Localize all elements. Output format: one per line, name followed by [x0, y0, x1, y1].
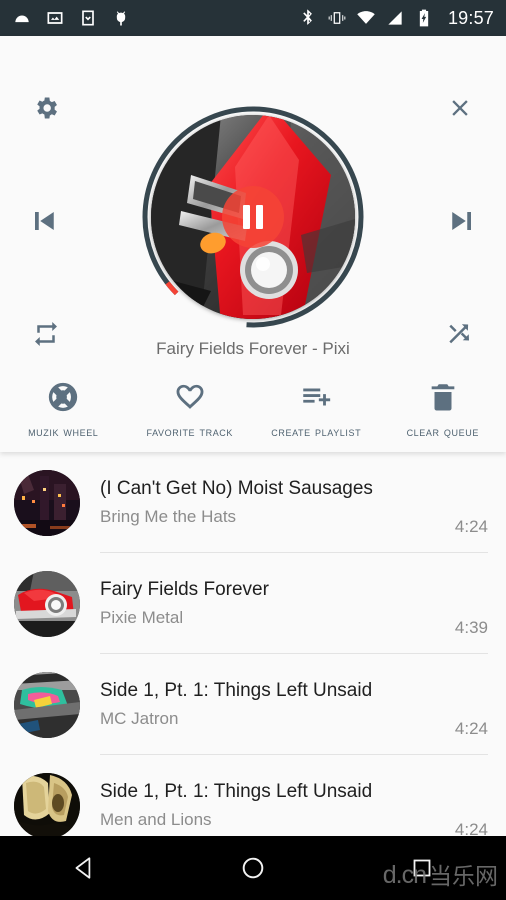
- pause-icon: [243, 205, 250, 229]
- settings-button[interactable]: [24, 86, 68, 130]
- sepia-stone-artwork: [14, 772, 80, 836]
- bug-icon: [111, 8, 131, 28]
- list-item[interactable]: (I Can't Get No) Moist Sausages Bring Me…: [0, 452, 506, 553]
- trash-icon: [431, 384, 455, 411]
- create-playlist-button[interactable]: Create Playlist: [253, 380, 380, 441]
- battery-charging-icon: [414, 8, 434, 28]
- quick-actions-row: Muzik Wheel Favorite Track Create Playli…: [0, 380, 506, 441]
- list-item[interactable]: Side 1, Pt. 1: Things Left Unsaid Men an…: [0, 755, 506, 836]
- bluetooth-icon: [298, 8, 318, 28]
- track-artist: MC Jatron: [100, 709, 179, 728]
- player-panel: Fairy Fields Forever - Pixi Muzik Wheel …: [0, 36, 506, 452]
- list-item[interactable]: Fairy Fields Forever Pixie Metal 4:39: [0, 553, 506, 654]
- track-artist: Men and Lions: [100, 810, 212, 829]
- skip-next-icon: [452, 212, 471, 230]
- status-bar-left-icons: [12, 8, 131, 28]
- clear-queue-label: Clear Queue: [406, 424, 479, 439]
- android-navigation-bar: d.cn 当乐网: [0, 836, 506, 900]
- track-meta: Side 1, Pt. 1: Things Left Unsaid MC Jat…: [100, 680, 443, 729]
- track-artwork: [14, 772, 80, 836]
- favorite-track-button[interactable]: Favorite Track: [127, 380, 254, 441]
- track-title: Side 1, Pt. 1: Things Left Unsaid: [100, 680, 373, 701]
- track-duration: 4:39: [454, 618, 488, 637]
- track-artist: Bring Me the Hats: [100, 507, 237, 526]
- pause-icon-bar-2: [256, 205, 263, 229]
- track-duration: 4:24: [454, 820, 488, 836]
- track-meta: Fairy Fields Forever Pixie Metal: [100, 579, 443, 628]
- nav-home-button[interactable]: [169, 836, 338, 900]
- playlist-add-icon: [303, 388, 331, 406]
- music-player-screen: 19:57 Fairy Fields Forever - Pixi muzik …: [0, 0, 506, 900]
- track-artwork: [14, 570, 80, 637]
- cell-signal-icon: [385, 8, 405, 28]
- status-bar: 19:57: [0, 0, 506, 36]
- next-track-button[interactable]: [436, 196, 488, 246]
- nav-back-button[interactable]: [0, 836, 169, 900]
- clear-queue-button[interactable]: Clear Queue: [380, 380, 506, 441]
- track-title: (I Can't Get No) Moist Sausages: [100, 478, 373, 499]
- track-title: Fairy Fields Forever: [100, 579, 269, 600]
- track-artwork: [14, 671, 80, 738]
- status-bar-right-icons: 19:57: [298, 8, 494, 29]
- track-duration: 4:24: [454, 719, 488, 738]
- muzik-wheel-label: Muzik Wheel: [28, 424, 99, 439]
- album-art-container: [138, 102, 368, 332]
- vibrate-icon: [327, 8, 347, 28]
- queue-list[interactable]: (I Can't Get No) Moist Sausages Bring Me…: [0, 452, 506, 836]
- status-bar-clock: 19:57: [447, 7, 494, 28]
- previous-track-button[interactable]: [18, 196, 70, 246]
- track-artwork: [14, 469, 80, 536]
- track-title: Side 1, Pt. 1: Things Left Unsaid: [100, 781, 373, 802]
- muzik-wheel-button[interactable]: Muzik Wheel: [0, 380, 127, 441]
- image-icon: [45, 8, 65, 28]
- graffiti-wall-artwork: [14, 671, 80, 738]
- recents-square-icon: [413, 859, 431, 877]
- create-playlist-label: Create Playlist: [271, 424, 362, 439]
- heart-icon: [176, 384, 204, 409]
- close-button[interactable]: [438, 86, 482, 130]
- night-city-artwork: [14, 469, 80, 536]
- back-triangle-icon: [75, 857, 91, 879]
- play-pause-button[interactable]: [222, 186, 284, 248]
- close-icon: [452, 100, 468, 116]
- muzik-wheel-icon: [49, 382, 78, 412]
- track-duration: 4:24: [454, 517, 488, 536]
- track-artist: Pixie Metal: [100, 608, 184, 627]
- red-car-artwork: [14, 570, 80, 637]
- download-icon: [78, 8, 98, 28]
- gear-icon: [37, 97, 57, 119]
- android-icon: [12, 8, 32, 28]
- list-item[interactable]: Side 1, Pt. 1: Things Left Unsaid MC Jat…: [0, 654, 506, 755]
- skip-previous-icon: [35, 212, 54, 230]
- wifi-icon: [356, 8, 376, 28]
- now-playing-title: Fairy Fields Forever - Pixi: [156, 339, 350, 358]
- favorite-track-label: Favorite Track: [146, 424, 233, 439]
- nav-recents-button[interactable]: [337, 836, 506, 900]
- home-circle-icon: [242, 857, 264, 879]
- track-meta: (I Can't Get No) Moist Sausages Bring Me…: [100, 478, 443, 527]
- track-meta: Side 1, Pt. 1: Things Left Unsaid Men an…: [100, 781, 443, 830]
